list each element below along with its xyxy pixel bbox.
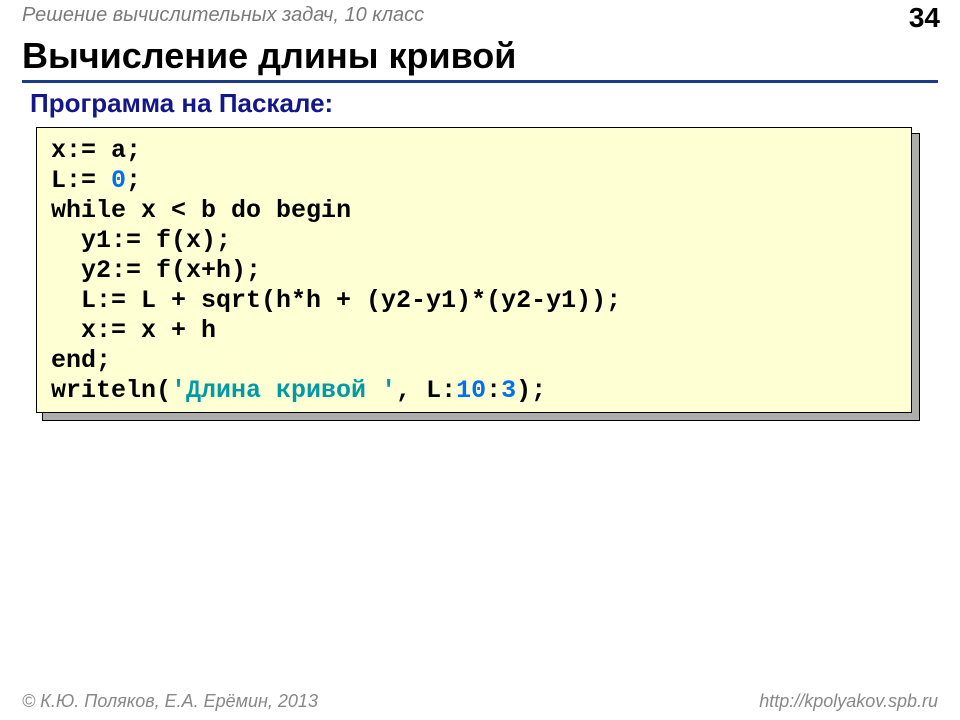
code-line-3a: while [51, 196, 126, 225]
code-line-4: y1:= f(x); [51, 226, 231, 255]
code-line-2a: L:= [51, 166, 111, 195]
code-line-8b: ; [96, 346, 111, 375]
code-line-2c: ; [126, 166, 141, 195]
code-line-3c: do begin [231, 196, 351, 225]
code-line-2b: 0 [111, 166, 126, 195]
page-number: 34 [909, 2, 940, 34]
code-line-9a: writeln( [51, 376, 171, 405]
code-box: x:= a; L:= 0; while x < b do begin y1:= … [36, 127, 912, 413]
subtitle: Программа на Паскале: [30, 88, 333, 119]
course-header: Решение вычислительных задач, 10 класс [22, 4, 424, 27]
code-line-6: L:= L + sqrt(h*h + (y2-y1)*(y2-y1)); [51, 286, 621, 315]
slide: Решение вычислительных задач, 10 класс 3… [0, 0, 960, 720]
footer-copyright: © К.Ю. Поляков, Е.А. Ерёмин, 2013 [22, 691, 318, 712]
code-line-9b: 'Длина кривой ' [171, 376, 396, 405]
code-line-9c: , L: [396, 376, 456, 405]
code-line-7: x:= x + h [51, 316, 216, 345]
code-line-5: y2:= f(x+h); [51, 256, 261, 285]
code-line-9f: 3 [501, 376, 516, 405]
footer-url: http://kpolyakov.spb.ru [759, 691, 938, 712]
code-line-8a: end [51, 346, 96, 375]
title-underline [22, 80, 938, 83]
code-line-9d: 10 [456, 376, 486, 405]
code-line-3b: x < b [126, 196, 231, 225]
code-line-9g: ); [516, 376, 546, 405]
slide-title: Вычисление длины кривой [22, 35, 516, 77]
code-line-1: x:= a; [51, 136, 141, 165]
code-line-9e: : [486, 376, 501, 405]
